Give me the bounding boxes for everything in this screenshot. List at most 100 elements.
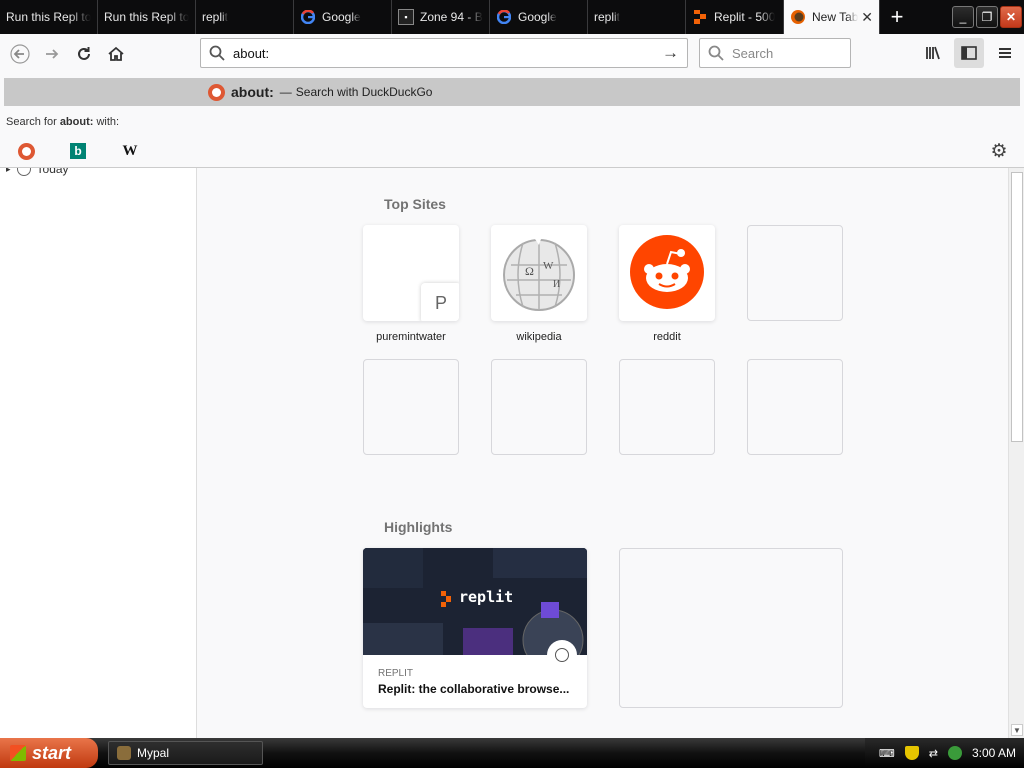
history-clock-badge — [547, 640, 577, 670]
home-button[interactable] — [100, 38, 132, 70]
new-tab-button[interactable]: + — [884, 0, 910, 34]
google-icon — [496, 9, 512, 25]
empty-site-tile[interactable] — [491, 359, 587, 455]
close-window-button[interactable]: ✕ — [1000, 6, 1022, 28]
engine-duckduckgo-button[interactable] — [0, 137, 52, 165]
top-site-empty[interactable] — [619, 359, 715, 455]
replit-icon — [692, 9, 708, 25]
restore-button[interactable]: ❐ — [976, 6, 998, 28]
start-button[interactable]: start — [0, 738, 98, 768]
wikipedia-icon: W — [122, 142, 138, 159]
security-shield-icon[interactable] — [904, 746, 919, 760]
highlight-thumbnail: replit — [363, 548, 587, 655]
url-input[interactable]: about: — [233, 46, 269, 61]
windows-taskbar: start Mypal ⌨ ⇄ 3:00 AM — [0, 738, 1024, 768]
tab-title: Zone 94 - B — [420, 10, 483, 24]
taskbar-item-mypal[interactable]: Mypal — [108, 741, 263, 765]
nav-bar: about: → Search — [0, 34, 1024, 74]
search-icon — [708, 45, 724, 61]
library-button[interactable] — [918, 38, 948, 68]
refresh-tray-icon[interactable] — [947, 746, 962, 760]
search-for-label: Search for about: with: — [6, 116, 119, 128]
empty-site-tile[interactable] — [747, 225, 843, 321]
top-site-wikipedia[interactable]: Ω W И wikipedia — [491, 225, 587, 343]
system-tray: ⌨ ⇄ 3:00 AM — [864, 738, 1024, 768]
page-scrollbar[interactable]: ▼ — [1008, 168, 1024, 738]
scrollbar-thumb[interactable] — [1011, 172, 1023, 442]
reload-button[interactable] — [68, 38, 100, 70]
empty-site-tile[interactable] — [619, 359, 715, 455]
clock-icon — [555, 648, 569, 662]
tab-title: Run this Repl to — [104, 10, 189, 24]
top-site-reddit[interactable]: reddit — [619, 225, 715, 343]
tab-6[interactable]: replit — [588, 0, 686, 34]
keyboard-icon[interactable]: ⌨ — [879, 747, 895, 760]
network-icon[interactable]: ⇄ — [929, 747, 938, 760]
reddit-icon — [630, 235, 704, 309]
top-site-empty[interactable] — [747, 225, 843, 321]
top-site-empty[interactable] — [491, 359, 587, 455]
library-icon — [926, 46, 940, 60]
scroll-down-arrow-icon[interactable]: ▼ — [1011, 724, 1023, 736]
engine-bing-button[interactable]: b — [52, 137, 104, 165]
site-tile[interactable]: P — [363, 225, 459, 321]
site-tile[interactable] — [619, 225, 715, 321]
windows-logo-icon — [10, 745, 26, 761]
site-letter-icon: P — [421, 283, 459, 321]
minimize-button[interactable]: _ — [952, 6, 974, 28]
search-settings-gear-icon[interactable]: ⚙ — [988, 140, 1010, 162]
sidebar-toggle-button[interactable] — [954, 38, 984, 68]
start-label: start — [32, 742, 72, 763]
top-site-puremintwater[interactable]: P puremintwater — [363, 225, 459, 343]
tab-title: New Tab — [812, 10, 859, 24]
site-label: wikipedia — [516, 331, 562, 343]
forward-button[interactable] — [36, 38, 68, 70]
svg-text:W: W — [543, 260, 554, 272]
tab-2[interactable]: replit — [196, 0, 294, 34]
expand-arrow-icon: ▸ — [6, 168, 11, 174]
history-group-today[interactable]: ▸ Today — [6, 168, 69, 176]
suggestion-row[interactable]: about: — Search with DuckDuckGo — [4, 78, 1020, 106]
tab-5[interactable]: Google — [490, 0, 588, 34]
empty-site-tile[interactable] — [363, 359, 459, 455]
highlight-empty-card — [619, 548, 843, 708]
menu-button[interactable] — [990, 38, 1020, 68]
search-bar[interactable]: Search — [699, 38, 851, 68]
tab-4[interactable]: ▪ Zone 94 - B — [392, 0, 490, 34]
highlight-title: Replit: the collaborative browse... — [378, 682, 570, 696]
empty-site-tile[interactable] — [747, 359, 843, 455]
top-site-empty[interactable] — [747, 359, 843, 455]
highlight-card[interactable]: replit REPLIT Replit: the collaborative … — [363, 548, 587, 708]
close-tab-icon[interactable]: ✕ — [861, 9, 873, 26]
url-bar[interactable]: about: → — [200, 38, 688, 68]
new-tab-page: Top Sites P puremintwater Ω W И wikipedi… — [198, 168, 1008, 738]
taskbar-item-label: Mypal — [137, 746, 170, 760]
bing-icon: b — [70, 143, 86, 159]
google-icon — [300, 9, 316, 25]
history-group-label: Today — [36, 168, 69, 176]
tab-strip: Run this Repl to Run this Repl to replit… — [0, 0, 1024, 34]
arrow-right-icon — [46, 49, 59, 59]
top-site-empty[interactable] — [363, 359, 459, 455]
suggestion-dash: — — [279, 85, 292, 99]
one-off-search-engines: b W ⚙ — [0, 136, 1024, 166]
tab-new-tab[interactable]: New Tab ✕ — [784, 0, 880, 34]
suggestion-action: Search with DuckDuckGo — [295, 85, 433, 99]
tab-1[interactable]: Run this Repl to — [98, 0, 196, 34]
go-arrow-icon[interactable]: → — [662, 43, 679, 63]
site-label: puremintwater — [376, 331, 446, 343]
toolbar-right — [918, 38, 1020, 68]
tab-7[interactable]: Replit - 500 — [686, 0, 784, 34]
home-icon — [108, 46, 124, 61]
highlights-title: Highlights — [384, 519, 453, 535]
search-input[interactable]: Search — [732, 46, 773, 61]
search-for-prefix: Search for — [6, 116, 57, 128]
tab-3[interactable]: Google — [294, 0, 392, 34]
tab-title: Replit - 500 — [714, 10, 776, 24]
site-tile[interactable]: Ω W И — [491, 225, 587, 321]
back-button[interactable] — [4, 38, 36, 70]
tab-0[interactable]: Run this Repl to — [0, 0, 98, 34]
clock-icon — [16, 168, 31, 176]
engine-wikipedia-button[interactable]: W — [104, 137, 156, 165]
tab-title: replit — [202, 10, 229, 24]
